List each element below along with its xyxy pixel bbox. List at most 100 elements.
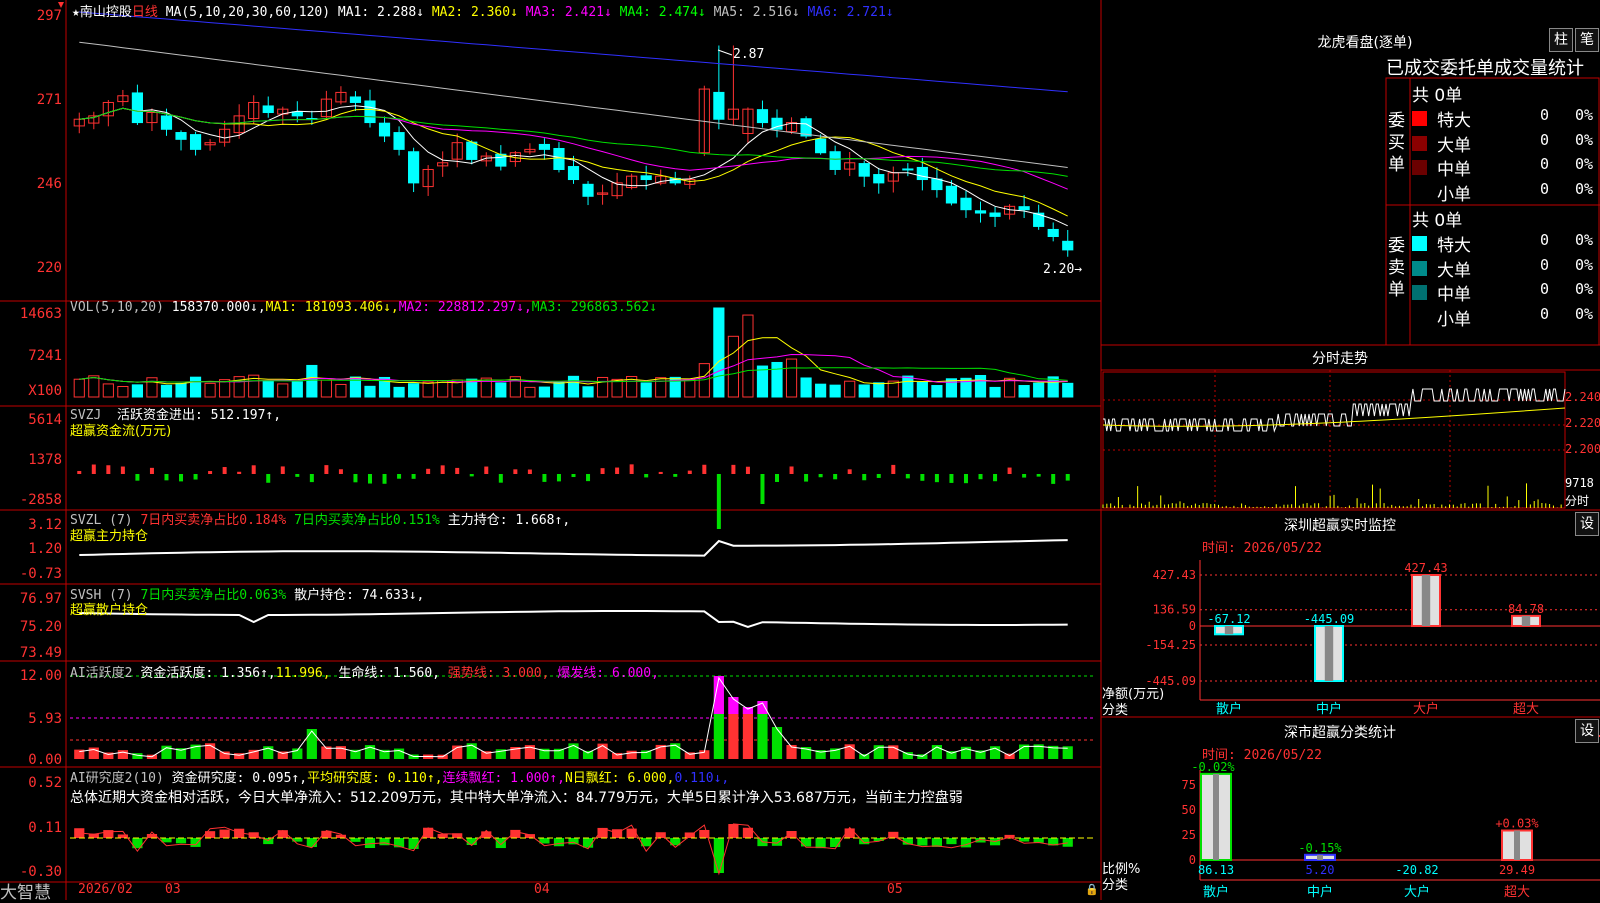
candle-body [408,151,420,184]
candle-body [160,115,173,130]
order-pct: 0% [1575,155,1594,173]
y-tick: X100 [28,383,62,399]
volume-bar [538,386,551,398]
classify-y-tick: 75 [1182,778,1196,792]
fund-flow-bar [949,474,954,483]
volume-bar [306,364,318,398]
research-bar [582,838,594,848]
chart-canvas[interactable]: 427.43136.590-154.25-445.09-67.12散户-445.… [0,0,1600,900]
y-tick: 7241 [28,348,62,364]
research-bar [917,838,928,846]
fund-flow-bar [353,474,358,483]
fund-flow-bar [1007,467,1012,474]
volume-bar [495,382,507,398]
tick-view-button[interactable]: 笔 [1575,28,1599,52]
ma120-line [79,11,1068,93]
color-swatch [1412,111,1427,126]
research-bar [1062,838,1073,847]
candle-body [393,132,405,150]
fund-flow-bar [149,467,154,474]
candle-body [349,96,362,103]
order-count: 0 [1540,304,1550,323]
activity-bar [641,750,652,759]
intraday-y-tick: 2.240 [1565,390,1600,404]
net-flow-bar-shade [1224,626,1234,635]
fund-flow-bar [629,464,634,474]
ratio-value-label: 86.13 [1198,863,1234,877]
volume-bar [596,376,609,398]
classify-y-tick: 0 [1189,853,1196,867]
y-tick: -2858 [19,492,62,508]
lock-icon[interactable]: 🔒 [1085,883,1099,896]
volume-bar [335,383,347,398]
retail-holding-line [79,610,1068,629]
candle-body [1047,228,1059,237]
activity-bar [582,750,594,759]
volume-bar [902,375,914,398]
fund-flow-bar [978,474,983,480]
order-size-label: 大单 [1437,260,1471,281]
candle-body [713,91,725,120]
candle-body [538,143,551,150]
order-pct: 0% [1575,179,1594,198]
volume-bar [262,380,274,398]
volume-bar [974,374,987,398]
y-tick: -0.73 [19,566,62,582]
ma-label: MA(5,10,20,30,60,120) [165,5,331,20]
main-header: ★南山控股日线 MA(5,10,20,30,60,120) MA1: 2.288… [72,5,894,20]
category-label: 散户 [1216,701,1242,717]
fund-flow-bar [891,464,896,474]
order-pct: 0% [1575,130,1594,149]
intraday-y-tick: 2.200 [1565,442,1600,456]
candle-body [567,166,580,181]
svsh-subtitle: 超赢散户持仓 [70,603,149,618]
ma-values: MA1: 2.288↓ MA2: 2.360↓ MA3: 2.421↓ MA4:… [338,5,894,20]
fund-flow-bar [324,465,329,474]
candle-body [378,122,391,137]
intraday-title: 分时走势 [1312,351,1368,367]
ma60-line [79,41,1068,168]
volume-bar [742,314,754,398]
x-label: 2026/02 [78,882,133,897]
fund-flow-bar [876,474,881,478]
category-label: 中户 [1316,701,1342,717]
research-bar [553,838,565,847]
category-label: 超大 [1504,885,1530,900]
research-bar [1019,838,1030,842]
stock-name[interactable]: 南山控股 [80,5,132,20]
y-tick: 5614 [28,412,62,428]
classify-title: 深市超赢分类统计 [1284,725,1396,741]
fund-flow-bar [77,470,82,474]
ratio-value-label: -20.82 [1395,863,1438,877]
volume-bar [800,377,812,398]
activity-bar [902,752,913,759]
color-swatch [1412,285,1427,300]
fund-flow-bar [455,467,460,474]
candle-body [945,185,958,204]
monitor-settings-button[interactable]: 设 [1575,512,1599,536]
candle-body [553,147,565,170]
fund-flow-bar [527,469,532,474]
ma-value-2: MA2: 2.360↓ [431,5,526,20]
fund-flow-bar [556,474,561,482]
brand-logo[interactable]: 大智慧 [0,878,51,903]
candle-body [960,197,972,211]
fund-flow-bar [338,469,343,474]
fund-flow-bar [411,474,416,479]
fund-flow-bar [731,464,736,474]
intraday-vol-label: 9718 [1565,476,1594,490]
monitor-xlabel: 分类 [1102,703,1129,718]
ai2-summary: 总体近期大资金相对活跃，今日大单净流入：512.209万元，其中特大单净流入：8… [70,790,963,806]
candle-body [640,175,652,181]
candle-body [989,212,1001,217]
period-label[interactable]: 日线 [132,5,158,20]
fund-flow-bar [600,468,605,474]
fund-flow-bar [833,474,838,480]
bar-view-button[interactable]: 柱 [1549,28,1573,52]
net-flow-bar-shade [1324,626,1334,681]
classify-settings-button[interactable]: 设 [1575,719,1599,743]
fund-flow-bar [397,474,402,479]
volume-bar [117,386,129,398]
y-tick: 246 [36,176,62,192]
net-flow-label: -445.09 [1304,612,1355,626]
